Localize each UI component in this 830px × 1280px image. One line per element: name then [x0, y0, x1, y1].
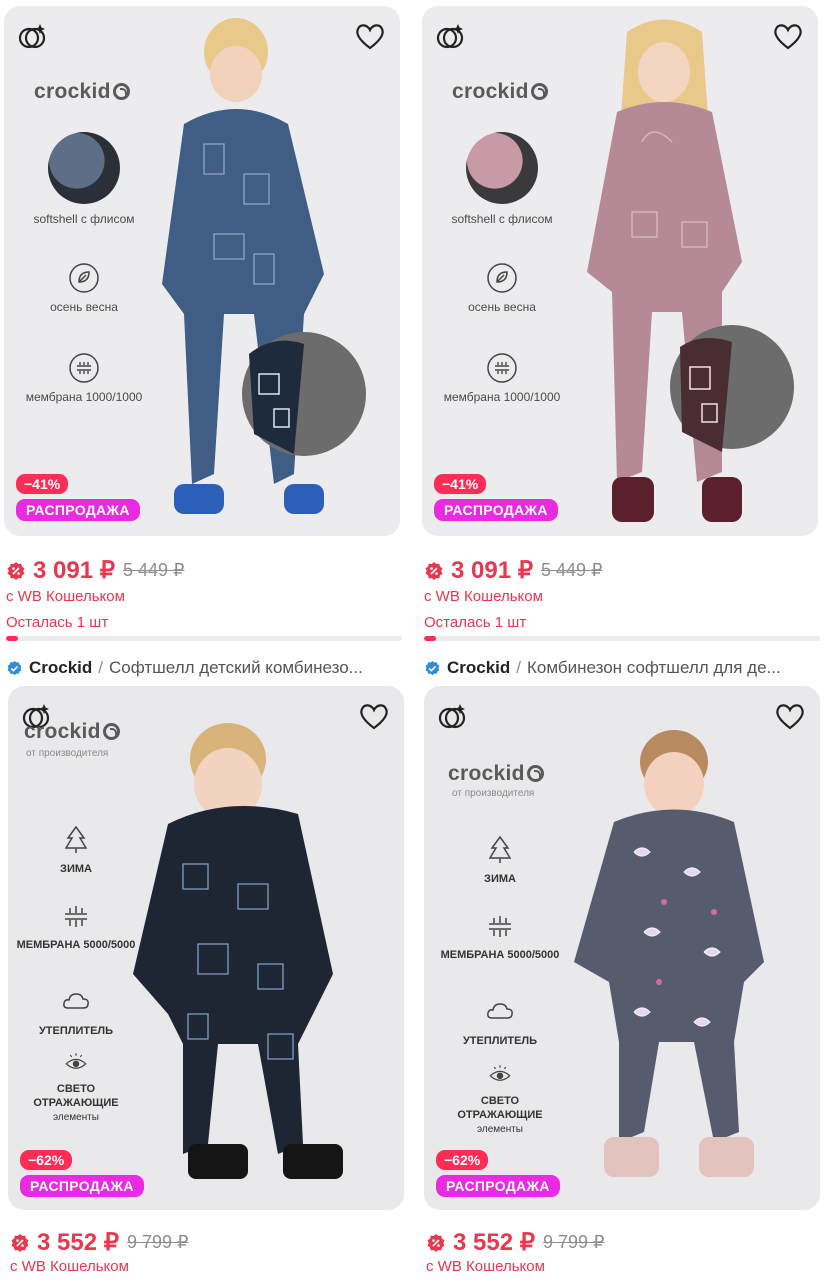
sale-badge: РАСПРОДАЖА — [16, 499, 140, 521]
eye-reflective-icon — [489, 1065, 511, 1081]
membrane-icon — [489, 916, 511, 937]
stock-bar — [424, 636, 820, 641]
brand-logo: crockid — [452, 80, 548, 104]
product-title[interactable]: Crockid / Софтшелл детский комбинезо... — [6, 658, 402, 678]
sale-badge: РАСПРОДАЖА — [434, 499, 558, 521]
stock-bar-fill — [6, 636, 18, 641]
leaf-icon — [487, 263, 517, 293]
feature-membrane: мембрана 1000/1000 — [442, 352, 562, 405]
heart-icon[interactable] — [356, 698, 392, 734]
wallet-discount-icon — [7, 561, 25, 580]
product-image[interactable]: crockid от производителя ЗИМА МЕМБРАНА 5… — [8, 686, 404, 1210]
old-price: 9 799 ₽ — [543, 1232, 605, 1252]
stock-text: Осталась 1 шт — [6, 614, 109, 631]
feature-season: осень весна — [442, 262, 562, 315]
membrane-icon — [69, 353, 99, 383]
compare-icon[interactable] — [432, 18, 468, 54]
leaf-icon — [69, 263, 99, 293]
separator: / — [98, 658, 104, 677]
price-row: 3 552 ₽ 9 799 ₽ — [426, 1228, 605, 1257]
badges: −41% РАСПРОДАЖА — [434, 474, 558, 521]
badges: −41% РАСПРОДАЖА — [16, 474, 140, 521]
discount-badge: −62% — [20, 1150, 73, 1170]
membrane-icon — [487, 353, 517, 383]
product-image[interactable]: crockid от производителя ЗИМА МЕМБРАНА 5… — [424, 686, 820, 1210]
wallet-text: с WB Кошельком — [426, 1258, 545, 1275]
price: 3 552 ₽ — [453, 1229, 535, 1256]
feature-reflective: СВЕТО ОТРАЖАЮЩИЕ элементы — [16, 1050, 136, 1125]
discount-badge: −62% — [436, 1150, 489, 1170]
cloud-insulation-icon — [63, 993, 89, 1009]
brand-logo: crockid — [24, 720, 120, 744]
feature-membrane: МЕМБРАНА 5000/5000 — [440, 910, 560, 962]
feature-winter: ЗИМА — [440, 834, 560, 886]
brand-subtitle: от производителя — [452, 788, 535, 799]
eye-reflective-icon — [65, 1053, 87, 1069]
discount-badge: −41% — [16, 474, 69, 494]
compare-icon[interactable] — [434, 698, 470, 734]
wallet-discount-icon — [425, 561, 443, 580]
feature-insulation: УТЕПЛИТЕЛЬ — [16, 986, 136, 1038]
stock-bar — [6, 636, 402, 641]
old-price: 5 449 ₽ — [541, 560, 603, 580]
winter-tree-icon — [64, 825, 88, 853]
winter-tree-icon — [488, 835, 512, 863]
wallet-text: с WB Кошельком — [6, 588, 125, 605]
old-price: 5 449 ₽ — [123, 560, 185, 580]
brand-logo: crockid — [448, 762, 544, 786]
product-photo — [587, 19, 794, 522]
old-price: 9 799 ₽ — [127, 1232, 189, 1252]
wallet-discount-icon — [427, 1233, 445, 1252]
brand-subtitle: от производителя — [26, 748, 109, 759]
badges: −62% РАСПРОДАЖА — [20, 1150, 144, 1197]
brand-logo: crockid — [34, 80, 130, 104]
compare-icon[interactable] — [14, 18, 50, 54]
feature-season: осень весна — [24, 262, 144, 315]
feature-insulation: УТЕПЛИТЕЛЬ — [440, 996, 560, 1048]
cloud-insulation-icon — [487, 1003, 513, 1019]
product-image[interactable]: crockid softshell с флисом осень весна м… — [422, 6, 818, 536]
heart-icon[interactable] — [772, 698, 808, 734]
badges: −62% РАСПРОДАЖА — [436, 1150, 560, 1197]
price: 3 091 ₽ — [451, 557, 533, 584]
verified-icon — [7, 660, 22, 675]
discount-badge: −41% — [434, 474, 487, 494]
wallet-discount-icon — [11, 1233, 29, 1252]
heart-icon[interactable] — [352, 18, 388, 54]
softshell-swatch-icon — [466, 132, 538, 204]
heart-icon[interactable] — [770, 18, 806, 54]
separator: / — [516, 658, 522, 677]
product-title[interactable]: Crockid / Комбинезон софтшелл для де... — [424, 658, 820, 678]
product-name[interactable]: Комбинезон софтшелл для де... — [527, 658, 781, 678]
product-photo — [133, 723, 343, 1179]
price-row: 3 091 ₽ 5 449 ₽ — [424, 556, 603, 585]
stock-bar-fill — [424, 636, 436, 641]
price: 3 091 ₽ — [33, 557, 115, 584]
sale-badge: РАСПРОДАЖА — [436, 1175, 560, 1197]
feature-membrane: МЕМБРАНА 5000/5000 — [16, 900, 136, 952]
price-row: 3 552 ₽ 9 799 ₽ — [10, 1228, 189, 1257]
feature-softshell: softshell с флисом — [442, 132, 562, 227]
price-row: 3 091 ₽ 5 449 ₽ — [6, 556, 185, 585]
stock-text: Осталась 1 шт — [424, 614, 527, 631]
product-name[interactable]: Софтшелл детский комбинезо... — [109, 658, 363, 678]
brand-name[interactable]: Crockid — [29, 658, 92, 678]
wallet-text: с WB Кошельком — [10, 1258, 129, 1275]
product-photo — [162, 18, 366, 514]
verified-icon — [425, 660, 440, 675]
brand-name[interactable]: Crockid — [447, 658, 510, 678]
feature-winter: ЗИМА — [16, 824, 136, 876]
wallet-text: с WB Кошельком — [424, 588, 543, 605]
feature-softshell: softshell с флисом — [24, 132, 144, 227]
softshell-swatch-icon — [48, 132, 120, 204]
sale-badge: РАСПРОДАЖА — [20, 1175, 144, 1197]
feature-reflective: СВЕТО ОТРАЖАЮЩИЕ элементы — [440, 1062, 560, 1137]
membrane-icon — [65, 906, 87, 927]
product-image[interactable]: crockid softshell с флисом осень весна м… — [4, 6, 400, 536]
price: 3 552 ₽ — [37, 1229, 119, 1256]
product-photo — [574, 730, 764, 1177]
feature-membrane: мембрана 1000/1000 — [24, 352, 144, 405]
